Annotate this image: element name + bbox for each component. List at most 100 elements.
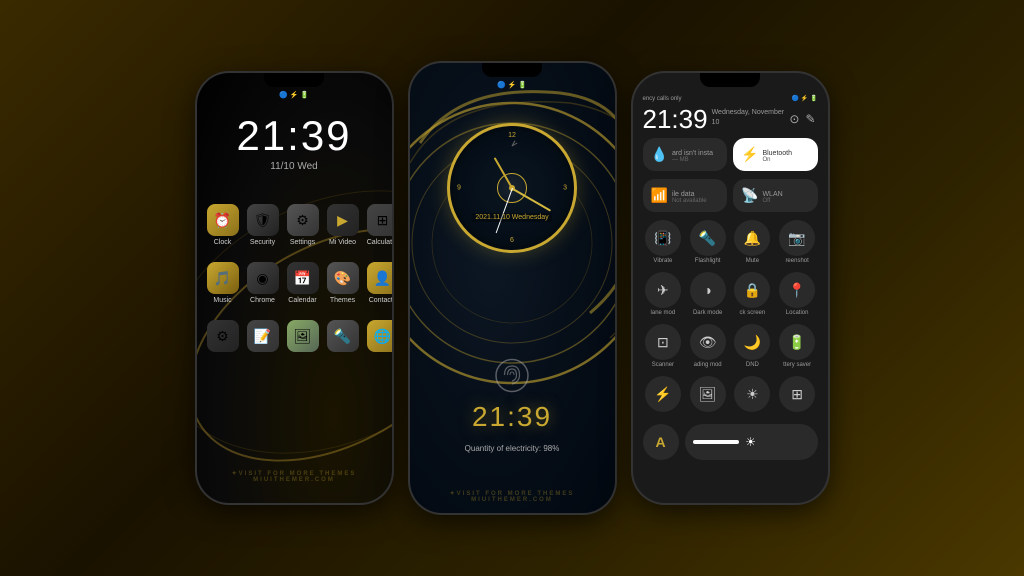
ctrl-location[interactable]: 📍 Location	[777, 272, 818, 316]
list-item[interactable]: 👤 Contacts	[367, 262, 392, 304]
list-item[interactable]: 🎵 Music	[207, 262, 239, 304]
edit-cc-icon[interactable]: ✎	[805, 112, 815, 126]
ctrl-mute[interactable]: 🔔 Mute	[732, 220, 773, 264]
list-item[interactable]: ◉ Chrome	[247, 262, 279, 304]
app-label: Themes	[330, 297, 355, 304]
quick-tile-wlan[interactable]: 📡 WLAN Off	[733, 179, 818, 212]
list-item[interactable]: 🔦	[327, 320, 359, 355]
watermark-2: ✦VISIT FOR MORE THEMES MIUITHEMER.COM	[410, 490, 615, 503]
app-grid-row3: ⚙ 📝 🖼 🔦 �	[197, 312, 392, 363]
ctrl-extra2[interactable]: 🖼	[687, 376, 728, 412]
app-label: Security	[250, 239, 275, 246]
list-item[interactable]: ⊞ Calculator	[367, 204, 392, 246]
battery-info: Quantity of electricity: 98%	[465, 444, 560, 453]
ctrl-flashlight[interactable]: 🔦 Flashlight	[687, 220, 728, 264]
list-item[interactable]: 🖼	[287, 320, 319, 355]
control-buttons-row2: ✈ lane mod ◑ Dark mode 🔒 ck screen 📍 Loc…	[639, 268, 822, 320]
tile-wlan-label: WLAN	[762, 191, 782, 198]
quick-tile-data[interactable]: 💧 ard isn't insta — MB	[643, 138, 728, 171]
status-icons-2: 🔵 ⚡ 🔋	[497, 81, 527, 89]
cc-time: 21:39	[643, 106, 708, 132]
cc-header: 21:39 Wednesday, November10 ⊙ ✎	[639, 104, 822, 134]
ctrl-screenshot[interactable]: 📷 reenshot	[777, 220, 818, 264]
bottom-bar: A ☀	[639, 420, 822, 464]
notch	[264, 73, 324, 87]
watermark: ✦VISIT FOR MORE THEMES MIUITHEMER.COM	[197, 470, 392, 483]
ctrl-extra1[interactable]: ⚡	[643, 376, 684, 412]
contacts-app-icon: 👤	[367, 262, 392, 294]
home-date: 11/10 Wed	[197, 161, 392, 172]
torch-app-icon: 🔦	[327, 320, 359, 352]
clock-main: 21:39 11/10 Wed	[197, 105, 392, 176]
security-app-icon: 🛡	[247, 204, 279, 236]
brightness-fill	[693, 440, 740, 444]
music-app-icon: 🎵	[207, 262, 239, 294]
status-icons: 🔵 ⚡ 🔋	[279, 91, 309, 99]
a-button[interactable]: A	[643, 424, 679, 460]
phones-container: 🔵 ⚡ 🔋 21:39 11/10 Wed ⏰ Clock 🛡 Secur	[0, 0, 1024, 576]
calculator-app-icon: ⊞	[367, 204, 392, 236]
ctrl-scanner[interactable]: ⊡ Scanner	[643, 324, 684, 368]
quick-tile-bluetooth[interactable]: ⚡ Bluetooth On	[733, 138, 818, 171]
brightness-icon: ☀	[745, 435, 756, 449]
list-item[interactable]: ▶ Mi Video	[327, 204, 359, 246]
settings2-app-icon: ⚙	[207, 320, 239, 352]
ctrl-lockscreen[interactable]: 🔒 ck screen	[732, 272, 773, 316]
ctrl-dnd[interactable]: 🌙 DND	[732, 324, 773, 368]
tile-wlan-value: Off	[762, 198, 782, 204]
quick-tile-mobile[interactable]: 📶 ile data Not available	[643, 179, 728, 212]
home-time: 21:39	[197, 115, 392, 157]
list-item[interactable]: ⚙	[207, 320, 239, 355]
tile-bluetooth-label: Bluetooth	[762, 150, 792, 157]
control-buttons-row3: ⊡ Scanner 👁 ading mod 🌙 DND 🔋 ttery save…	[639, 320, 822, 372]
app-grid-row2: 🎵 Music ◉ Chrome 📅 Calendar 🎨 Themes	[197, 254, 392, 312]
camera-cc-icon[interactable]: ⊙	[789, 112, 799, 126]
phone-lock: 🔵 ⚡ 🔋 12 3 6 9	[410, 63, 615, 513]
ctrl-vibrate[interactable]: 📳 Vibrate	[643, 220, 684, 264]
ctrl-battery[interactable]: 🔋 ttery saver	[777, 324, 818, 368]
tile-bluetooth-value: On	[762, 157, 792, 163]
brightness-slider[interactable]: ☀	[685, 424, 818, 460]
notch-2	[482, 63, 542, 77]
cc-date: Wednesday, November10	[712, 106, 785, 128]
fingerprint-area[interactable]	[495, 358, 530, 398]
chrome-app-icon: ◉	[247, 262, 279, 294]
control-buttons-row1: 📳 Vibrate 🔦 Flashlight 🔔 Mute 📷 reenshot	[639, 216, 822, 268]
list-item[interactable]: 🛡 Security	[247, 204, 279, 246]
cc-status-text: ency calls only	[643, 96, 682, 102]
ctrl-reading[interactable]: 👁 ading mod	[687, 324, 728, 368]
camera-app-icon: 🌐	[367, 320, 392, 352]
ctrl-airplane[interactable]: ✈ lane mod	[643, 272, 684, 316]
ctrl-extra3[interactable]: ☀	[732, 376, 773, 412]
calendar-app-icon: 📅	[287, 262, 319, 294]
list-item[interactable]: 📝	[247, 320, 279, 355]
list-item[interactable]: 🌐	[367, 320, 392, 355]
analog-clock-container: 12 3 6 9	[447, 123, 577, 253]
list-item[interactable]: ⚙ Settings	[287, 204, 319, 246]
tile-data-label: ard isn't insta	[672, 150, 713, 157]
list-item[interactable]: 📅 Calendar	[287, 262, 319, 304]
cc-status-icons: 🔵 ⚡ 🔋	[792, 95, 818, 102]
ctrl-extra4[interactable]: ⊞	[777, 376, 818, 412]
settings-app-icon: ⚙	[287, 204, 319, 236]
tile-data-value: — MB	[672, 157, 713, 163]
app-grid-row1: ⏰ Clock 🛡 Security ⚙ Settings ▶ Mi Video	[197, 196, 392, 254]
app-label: Clock	[214, 239, 232, 246]
tile-mobile-label: ile data	[672, 191, 707, 198]
ctrl-darkmode[interactable]: ◑ Dark mode	[687, 272, 728, 316]
phone-control: ency calls only 🔵 ⚡ 🔋 21:39 Wednesday, N…	[633, 73, 828, 503]
notch-3	[700, 73, 760, 87]
control-buttons-row4: ⚡ 🖼 ☀ ⊞	[639, 372, 822, 416]
list-item[interactable]: 🎨 Themes	[327, 262, 359, 304]
app-label: Chrome	[250, 297, 275, 304]
app-label: Settings	[290, 239, 315, 246]
list-item[interactable]: ⏰ Clock	[207, 204, 239, 246]
app-label: Calendar	[288, 297, 316, 304]
analog-clock: 12 3 6 9	[447, 123, 577, 253]
tile-mobile-value: Not available	[672, 198, 707, 204]
app-label: Mi Video	[329, 239, 356, 246]
app-label: Contacts	[369, 297, 392, 304]
phone-home: 🔵 ⚡ 🔋 21:39 11/10 Wed ⏰ Clock 🛡 Secur	[197, 73, 392, 503]
notes-app-icon: 📝	[247, 320, 279, 352]
app-label: Calculator	[367, 239, 392, 246]
